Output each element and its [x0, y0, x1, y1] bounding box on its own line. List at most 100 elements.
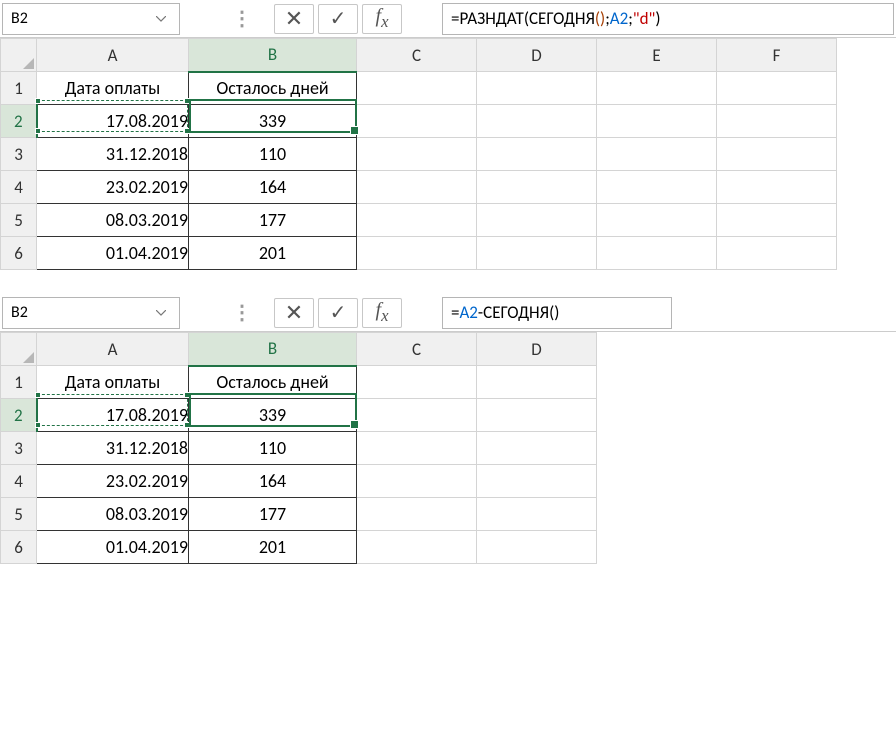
cell-F3[interactable]	[717, 138, 837, 171]
cell-C3[interactable]	[357, 138, 477, 171]
name-box-text: B2	[11, 9, 151, 28]
cell-A1[interactable]: Дата оплаты	[37, 366, 189, 399]
cell-B5[interactable]: 177	[189, 204, 357, 237]
cell-B3[interactable]: 110	[189, 138, 357, 171]
cell-D4[interactable]	[477, 465, 597, 498]
cell-C5[interactable]	[357, 204, 477, 237]
cell-D6[interactable]	[477, 237, 597, 270]
row-header-2[interactable]: 2	[1, 399, 37, 432]
row-header-6[interactable]: 6	[1, 237, 37, 270]
name-box[interactable]: B2	[2, 297, 180, 329]
cell-D2[interactable]	[477, 399, 597, 432]
cell-A4[interactable]: 23.02.2019	[37, 171, 189, 204]
row-header-3[interactable]: 3	[1, 432, 37, 465]
select-all-corner[interactable]	[1, 333, 37, 366]
cell-A3[interactable]: 31.12.2018	[37, 138, 189, 171]
cell-B5[interactable]: 177	[189, 498, 357, 531]
cell-F6[interactable]	[717, 237, 837, 270]
col-header-A[interactable]: A	[37, 39, 189, 72]
cell-E6[interactable]	[597, 237, 717, 270]
cell-D1[interactable]	[477, 366, 597, 399]
col-header-C[interactable]: C	[357, 39, 477, 72]
name-box[interactable]: B2	[2, 3, 180, 35]
cell-A3[interactable]: 31.12.2018	[37, 432, 189, 465]
cell-C2[interactable]	[357, 105, 477, 138]
cell-A5[interactable]: 08.03.2019	[37, 498, 189, 531]
cell-E1[interactable]	[597, 72, 717, 105]
row-header-2[interactable]: 2	[1, 105, 37, 138]
cell-B6[interactable]: 201	[189, 531, 357, 564]
cell-E3[interactable]	[597, 138, 717, 171]
cell-C3[interactable]	[357, 432, 477, 465]
cell-F5[interactable]	[717, 204, 837, 237]
row-header-4[interactable]: 4	[1, 465, 37, 498]
select-all-corner[interactable]	[1, 39, 37, 72]
row-header-6[interactable]: 6	[1, 531, 37, 564]
col-header-D[interactable]: D	[477, 333, 597, 366]
cell-C1[interactable]	[357, 72, 477, 105]
row-header-1[interactable]: 1	[1, 366, 37, 399]
row-header-1[interactable]: 1	[1, 72, 37, 105]
row-header-4[interactable]: 4	[1, 171, 37, 204]
enter-button[interactable]: ✓	[318, 4, 358, 34]
col-header-C[interactable]: C	[357, 333, 477, 366]
cell-C2[interactable]	[357, 399, 477, 432]
cell-B1[interactable]: Осталось дней	[189, 366, 357, 399]
cell-B2[interactable]: 339	[189, 399, 357, 432]
cell-C4[interactable]	[357, 465, 477, 498]
cell-A2[interactable]: 17.08.2019	[37, 105, 189, 138]
cell-D6[interactable]	[477, 531, 597, 564]
chevron-down-icon[interactable]	[151, 9, 171, 29]
cell-F1[interactable]	[717, 72, 837, 105]
cell-F4[interactable]	[717, 171, 837, 204]
cell-A2[interactable]: 17.08.2019	[37, 399, 189, 432]
cell-B3[interactable]: 110	[189, 432, 357, 465]
col-header-A[interactable]: A	[37, 333, 189, 366]
cell-A1[interactable]: Дата оплаты	[37, 72, 189, 105]
cell-D1[interactable]	[477, 72, 597, 105]
cell-A6[interactable]: 01.04.2019	[37, 531, 189, 564]
cells[interactable]: A B C D E F 1 Дата оплаты Осталось дней …	[0, 38, 837, 270]
cell-B6[interactable]: 201	[189, 237, 357, 270]
col-header-E[interactable]: E	[597, 39, 717, 72]
cell-C1[interactable]	[357, 366, 477, 399]
cell-B4[interactable]: 164	[189, 465, 357, 498]
insert-function-button[interactable]: fx	[362, 298, 402, 328]
cell-D5[interactable]	[477, 498, 597, 531]
cell-D5[interactable]	[477, 204, 597, 237]
cell-D3[interactable]	[477, 432, 597, 465]
cell-C6[interactable]	[357, 237, 477, 270]
col-header-B[interactable]: B	[189, 39, 357, 72]
chevron-down-icon[interactable]	[151, 303, 171, 323]
cell-B4[interactable]: 164	[189, 171, 357, 204]
enter-button[interactable]: ✓	[318, 298, 358, 328]
cell-C6[interactable]	[357, 531, 477, 564]
fx-icon: fx	[376, 299, 389, 326]
cancel-button[interactable]: ✕	[274, 298, 314, 328]
formula-input[interactable]: =РАЗНДАТ(СЕГОДНЯ();A2;"d")	[442, 3, 894, 35]
cell-B2[interactable]: 339	[189, 105, 357, 138]
row-header-5[interactable]: 5	[1, 204, 37, 237]
col-header-B[interactable]: B	[189, 333, 357, 366]
col-header-D[interactable]: D	[477, 39, 597, 72]
cell-E2[interactable]	[597, 105, 717, 138]
cell-E4[interactable]	[597, 171, 717, 204]
cell-C5[interactable]	[357, 498, 477, 531]
cell-D2[interactable]	[477, 105, 597, 138]
cell-E5[interactable]	[597, 204, 717, 237]
col-header-F[interactable]: F	[717, 39, 837, 72]
insert-function-button[interactable]: fx	[362, 4, 402, 34]
row-header-3[interactable]: 3	[1, 138, 37, 171]
cell-A5[interactable]: 08.03.2019	[37, 204, 189, 237]
cell-F2[interactable]	[717, 105, 837, 138]
cancel-button[interactable]: ✕	[274, 4, 314, 34]
cell-D4[interactable]	[477, 171, 597, 204]
cell-D3[interactable]	[477, 138, 597, 171]
cells[interactable]: A B C D 1 Дата оплаты Осталось дней 2 17…	[0, 332, 597, 564]
formula-input[interactable]: =A2-СЕГОДНЯ()	[442, 297, 672, 329]
cell-B1[interactable]: Осталось дней	[189, 72, 357, 105]
row-header-5[interactable]: 5	[1, 498, 37, 531]
cell-A6[interactable]: 01.04.2019	[37, 237, 189, 270]
cell-A4[interactable]: 23.02.2019	[37, 465, 189, 498]
cell-C4[interactable]	[357, 171, 477, 204]
